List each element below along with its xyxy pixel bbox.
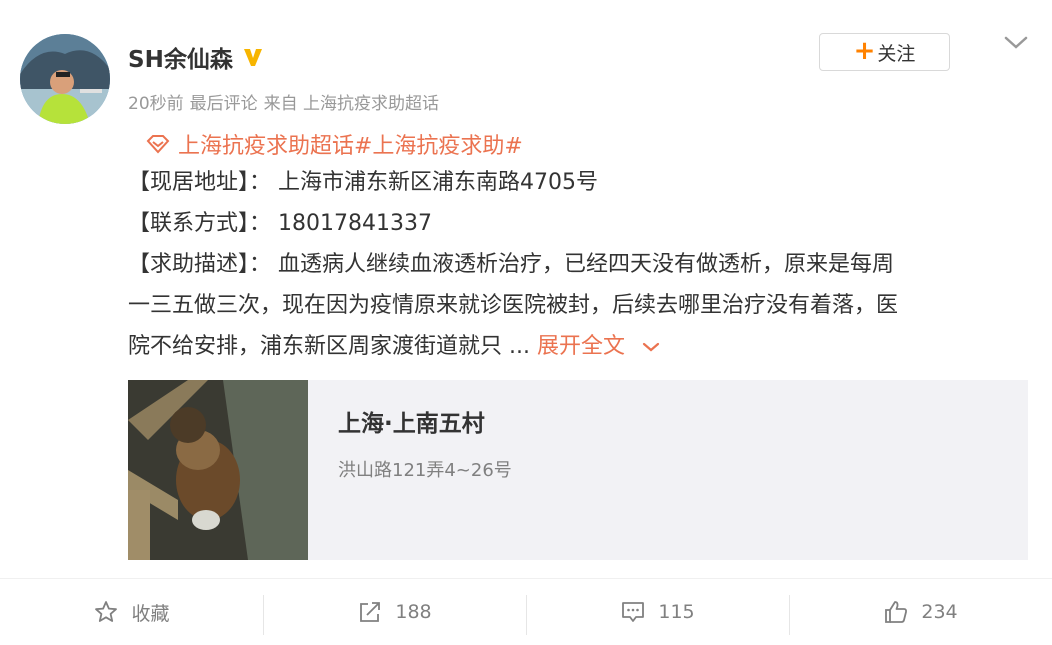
location-thumbnail [128,380,308,560]
plus-icon: + [853,35,876,66]
location-title: 上海·上南五村 [338,411,485,437]
post-text-line: 【联系方式】： 18017841337 [128,211,432,236]
supertopic-text: 上海抗疫求助超话#上海抗疫求助# [178,134,523,159]
post-text-line: 【现居地址】： 上海市浦东新区浦东南路4705号 [128,170,598,195]
repost-count: 188 [395,601,432,623]
post-text-line: 【求助描述】： 血透病人继续血液透析治疗，已经四天没有做透析，原来是每周 [128,252,894,277]
post-time[interactable]: 20秒前 [128,89,184,114]
comment-count: 115 [658,601,695,623]
chevron-down-icon[interactable] [1003,34,1029,52]
comment-button[interactable]: 115 [526,579,789,645]
location-address: 洪山路121弄4~26号 [338,460,512,481]
location-card-text: 上海·上南五村 洪山路121弄4~26号 [308,380,512,560]
verified-badge-icon [243,49,262,66]
supertopic-link[interactable]: 上海抗疫求助超话#上海抗疫求助# [146,128,523,160]
share-icon [360,602,381,622]
like-count: 234 [921,601,958,623]
location-card[interactable]: 上海·上南五村 洪山路121弄4~26号 [128,380,1028,560]
post-source[interactable]: 来自 上海抗疫求助超话 [264,89,439,114]
comment-icon [622,602,645,622]
post-text-line: 一三五做三次，现在因为疫情原来就诊医院被封，后续去哪里治疗没有着落，医 [128,293,899,318]
thumbs-up-icon [885,601,908,623]
post-text-line: 院不给安排，浦东新区周家渡街道就只 ... [128,334,530,359]
expand-label: 展开全文 [536,334,625,359]
repost-button[interactable]: 188 [263,579,526,645]
avatar-image [20,34,110,124]
username-row: SH余仙森 [128,40,265,74]
like-button[interactable]: 234 [789,579,1052,645]
favorite-button[interactable]: 收藏 [0,579,263,645]
chevron-down-icon [642,342,660,351]
follow-button[interactable]: + 关注 [819,33,950,71]
avatar[interactable] [20,34,110,124]
post-meta: 20秒前 最后评论 来自 上海抗疫求助超话 [128,89,439,114]
supertopic-diamond-icon [146,135,170,154]
username[interactable]: SH余仙森 [128,40,233,74]
post-text-last-line: 院不给安排，浦东新区周家渡街道就只 ... 展开全文 [128,326,1028,367]
action-bar: 收藏 188 115 234 [0,578,1052,645]
favorite-label: 收藏 [131,602,170,625]
star-icon [95,601,118,622]
expand-full-text-link[interactable]: 展开全文 [537,326,661,367]
post-last-comment: 最后评论 [189,94,258,114]
follow-label: 关注 [877,42,916,65]
